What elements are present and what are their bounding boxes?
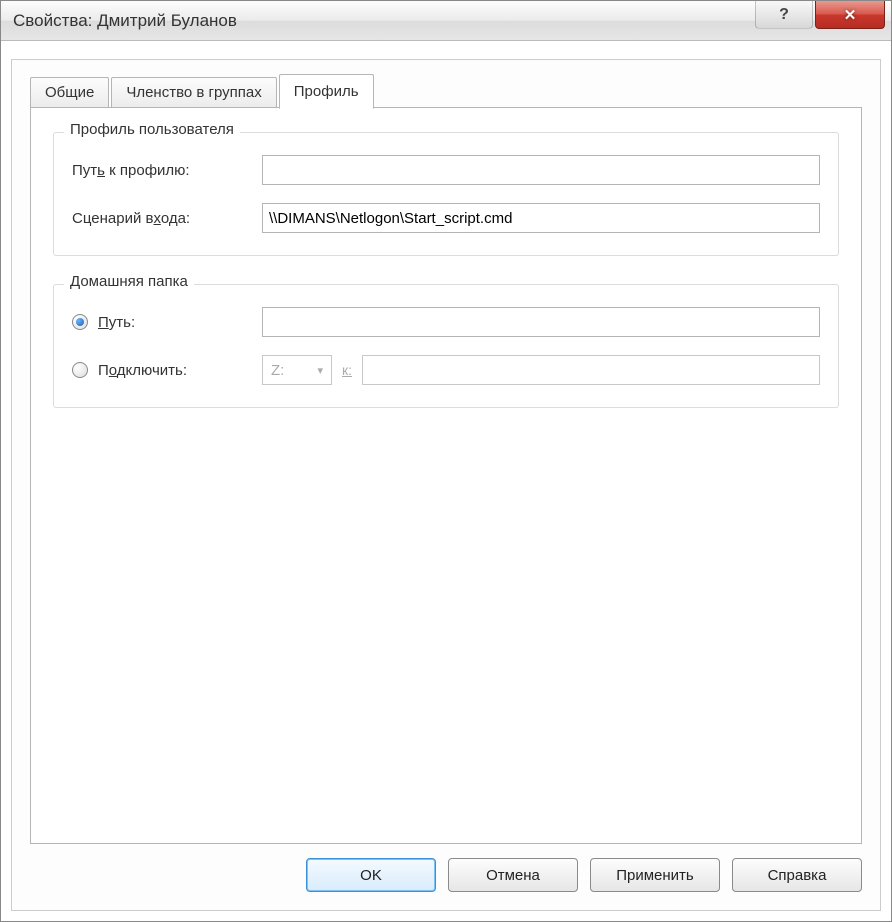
tab-general[interactable]: Общие <box>30 77 109 108</box>
row-connect: Подключить: Z: ▾ к: <box>72 355 820 385</box>
label-profile-path: Путь к профилю: <box>72 162 262 179</box>
group-user-profile-legend: Профиль пользователя <box>64 121 240 138</box>
label-local-path: Путь: <box>98 314 262 331</box>
titlebar[interactable]: Свойства: Дмитрий Буланов ? ✕ <box>1 1 891 41</box>
ok-button[interactable]: OK <box>306 858 436 892</box>
tab-profile[interactable]: Профиль <box>279 74 374 109</box>
tab-strip: Общие Членство в группах Профиль <box>30 74 862 108</box>
label-logon-script: Сценарий входа: <box>72 210 262 227</box>
radio-local-path[interactable] <box>72 314 88 330</box>
radio-connect[interactable] <box>72 362 88 378</box>
select-drive-letter[interactable]: Z: ▾ <box>262 355 332 385</box>
client-area: Общие Членство в группах Профиль Профиль… <box>11 59 881 911</box>
tab-membership[interactable]: Членство в группах <box>111 77 276 108</box>
group-user-profile: Профиль пользователя Путь к профилю: Сце… <box>53 132 839 256</box>
window-controls: ? ✕ <box>755 1 891 33</box>
close-icon[interactable]: ✕ <box>815 1 885 29</box>
group-home-folder-legend: Домашняя папка <box>64 273 194 290</box>
row-local-path: Путь: <box>72 307 820 337</box>
help-button[interactable]: Справка <box>732 858 862 892</box>
label-to: к: <box>342 362 352 378</box>
properties-dialog: Свойства: Дмитрий Буланов ? ✕ Общие Член… <box>0 0 892 922</box>
tab-panel-profile: Профиль пользователя Путь к профилю: Сце… <box>30 107 862 844</box>
input-profile-path[interactable] <box>262 155 820 185</box>
window-title: Свойства: Дмитрий Буланов <box>13 11 237 31</box>
label-connect: Подключить: <box>98 362 262 379</box>
input-local-path[interactable] <box>262 307 820 337</box>
apply-button[interactable]: Применить <box>590 858 720 892</box>
row-profile-path: Путь к профилю: <box>72 155 820 185</box>
chevron-down-icon: ▾ <box>317 364 323 377</box>
row-logon-script: Сценарий входа: <box>72 203 820 233</box>
input-connect-path[interactable] <box>362 355 820 385</box>
input-logon-script[interactable] <box>262 203 820 233</box>
drive-value: Z: <box>271 362 284 379</box>
cancel-button[interactable]: Отмена <box>448 858 578 892</box>
help-icon[interactable]: ? <box>755 1 813 29</box>
group-home-folder: Домашняя папка Путь: Подключить: Z: ▾ к: <box>53 284 839 408</box>
dialog-buttons: OK Отмена Применить Справка <box>30 844 862 892</box>
